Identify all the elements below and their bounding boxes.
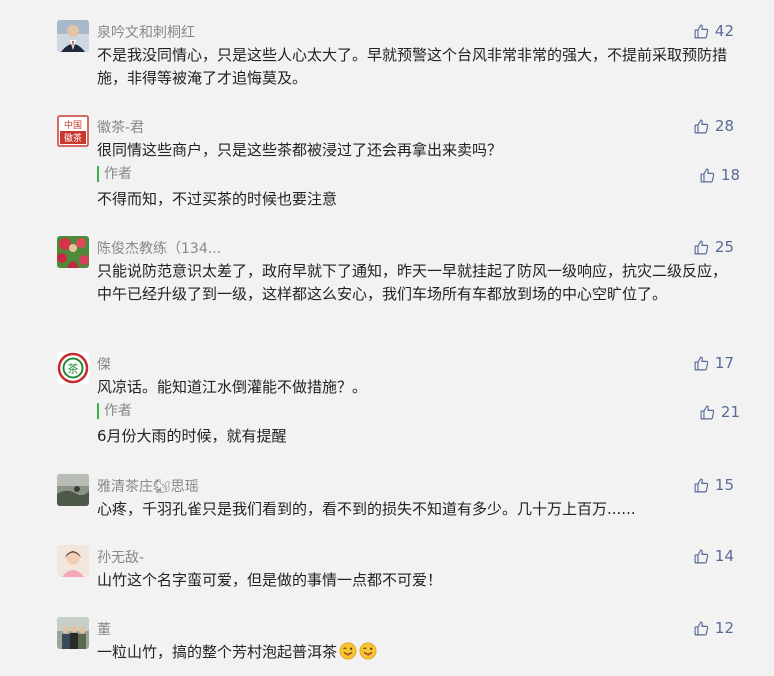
avatar[interactable]: [57, 20, 89, 52]
avatar[interactable]: [57, 545, 89, 577]
like-count: 14: [714, 547, 734, 565]
tongue-wink-emoji-icon: [359, 642, 377, 660]
commenter-name[interactable]: 徽茶-君: [97, 117, 144, 137]
like-button[interactable]: 25: [693, 238, 734, 256]
like-count: 42: [714, 22, 734, 40]
avatar[interactable]: [57, 617, 89, 649]
avatar[interactable]: [57, 236, 89, 268]
commenter-name[interactable]: 孙无敌-: [97, 547, 144, 567]
thumbs-up-icon: [694, 119, 709, 133]
like-count: 28: [714, 117, 734, 135]
svg-text:徽茶: 徽茶: [64, 132, 82, 144]
author-tag: 作者: [97, 403, 132, 419]
commenter-name[interactable]: 陈俊杰教练（134...: [97, 238, 221, 258]
reply-text: 6月份大雨的时候，就有提醒: [97, 427, 287, 445]
thumbs-up-icon: [694, 356, 709, 370]
tongue-wink-emoji-icon: [339, 642, 357, 660]
author-tag: 作者: [97, 166, 132, 182]
svg-text:中国: 中国: [64, 119, 82, 131]
like-button[interactable]: 18: [699, 166, 740, 184]
comment-text: 一粒山竹，搞的整个芳村泡起普洱茶: [97, 641, 733, 664]
comment-text: 很同情这些商户，只是这些茶都被浸过了还会再拿出来卖吗？: [97, 141, 503, 159]
avatar[interactable]: 中国 徽茶: [57, 115, 89, 147]
avatar[interactable]: 茶: [57, 352, 89, 384]
comment-text: 只能说防范意识太差了，政府早就下了通知，昨天一早就挂起了防风一级响应，抗灾二级反…: [97, 262, 728, 303]
comment-text: 风凉话。能知道江水倒灌能不做措施？。: [97, 378, 368, 396]
like-count: 17: [714, 354, 734, 372]
thumbs-up-icon: [700, 405, 715, 419]
like-count: 12: [714, 619, 734, 637]
reply-text: 不得而知，不过买茶的时候也要注意: [97, 190, 338, 208]
like-button[interactable]: 28: [693, 117, 734, 135]
like-button[interactable]: 42: [693, 22, 734, 40]
comment-text: 不是我没同情心，只是这些人心太大了。早就预警这个台风非常非常的强大，不提前采取预…: [97, 46, 728, 87]
like-count: 21: [720, 403, 740, 421]
like-button[interactable]: 17: [693, 354, 734, 372]
like-button[interactable]: 15: [693, 476, 734, 494]
commenter-name[interactable]: 董: [97, 619, 111, 639]
commenter-name[interactable]: 傑: [97, 354, 111, 374]
like-count: 25: [714, 238, 734, 256]
thumbs-up-icon: [700, 168, 715, 182]
comment-text: 心疼，千羽孔雀只是我们看到的，看不到的损失不知道有多少。几十万上百万......: [97, 500, 636, 518]
commenter-name[interactable]: 雅清茶庄🐿思瑶: [97, 476, 199, 496]
svg-text:茶: 茶: [68, 363, 79, 376]
commenter-name[interactable]: 泉吟文和刺桐红: [97, 22, 195, 42]
comment-text-content: 一粒山竹，搞的整个芳村泡起普洱茶: [97, 643, 338, 661]
like-button[interactable]: 14: [693, 547, 734, 565]
thumbs-up-icon: [694, 549, 709, 563]
thumbs-up-icon: [694, 24, 709, 38]
thumbs-up-icon: [694, 240, 709, 254]
like-count: 15: [714, 476, 734, 494]
like-button[interactable]: 12: [693, 619, 734, 637]
thumbs-up-icon: [694, 478, 709, 492]
like-count: 18: [720, 166, 740, 184]
thumbs-up-icon: [694, 621, 709, 635]
comment-text: 山竹这个名字蛮可爱，但是做的事情一点都不可爱！: [97, 571, 443, 589]
avatar[interactable]: [57, 474, 89, 506]
like-button[interactable]: 21: [699, 403, 740, 421]
